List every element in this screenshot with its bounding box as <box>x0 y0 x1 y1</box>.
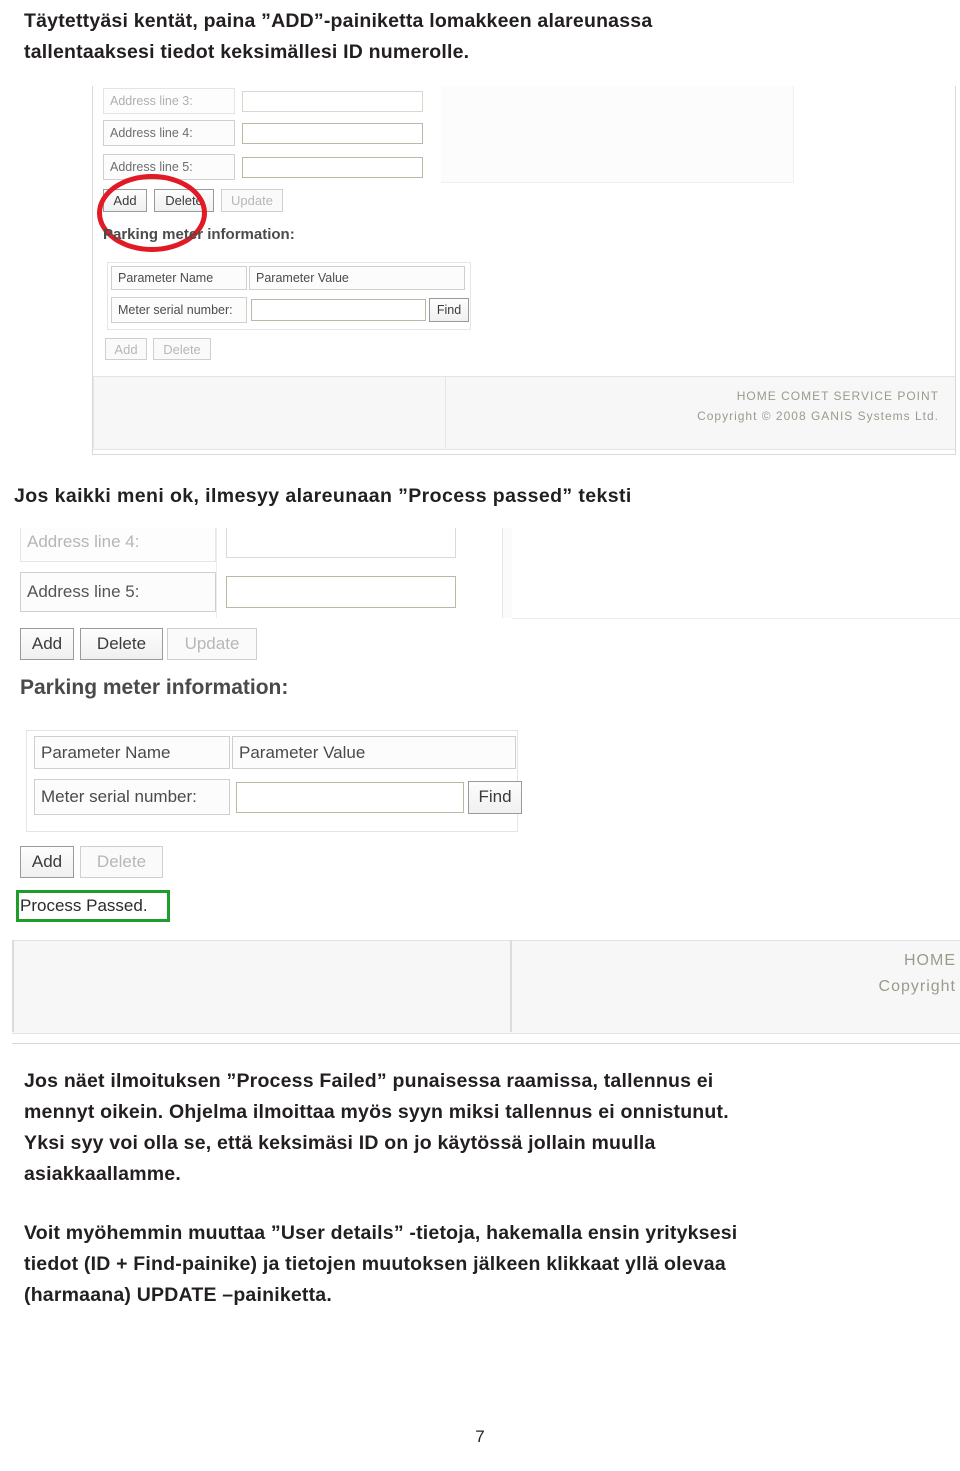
failed-line-1: Jos näet ilmoituksen ”Process Failed” pu… <box>24 1070 714 1092</box>
s2-footer-left-line <box>12 940 14 1032</box>
parking-meter-section-title: Parking meter information: <box>103 226 295 243</box>
s2-footer-divider <box>510 940 512 1032</box>
failed-line-2: mennyt oikein. Ohjelma ilmoittaa myös sy… <box>24 1101 729 1123</box>
failed-line-3: Yksi syy voi olla se, että keksimäsi ID … <box>24 1132 656 1154</box>
s2-parking-meter-section-title: Parking meter information: <box>20 676 289 699</box>
address-line-4-row: Address line 4: <box>103 120 423 146</box>
s2-find-button[interactable]: Find <box>468 780 522 814</box>
s2-panel-edge-2 <box>512 528 960 619</box>
s2-address-line-5-row: Address line 5: <box>20 572 456 612</box>
address-line-3-row: Address line 3: <box>103 88 423 114</box>
shot1-footer-divider <box>445 376 446 448</box>
s2-address-line-4-input[interactable] <box>226 528 456 558</box>
s2-footer-home-link[interactable]: HOME <box>904 952 956 970</box>
add-button-bottom[interactable]: Add <box>105 338 147 360</box>
heading-process-passed-text: Jos kaikki meni ok, ilmesyy alareunaan ”… <box>14 485 632 507</box>
page-number: 7 <box>475 1427 485 1446</box>
s2-parameter-name-header: Parameter Name <box>34 736 230 769</box>
s2-add-button-top[interactable]: Add <box>20 628 74 660</box>
process-failed-paragraph: Jos näet ilmoituksen ”Process Failed” pu… <box>12 1066 948 1190</box>
screenshot-add-form: Address line 3: Address line 4: Address … <box>92 86 956 455</box>
s2-address-line-4-label: Address line 4: <box>20 528 216 562</box>
s2-delete-button-bottom[interactable]: Delete <box>80 846 163 878</box>
s2-update-button-top[interactable]: Update <box>167 628 257 660</box>
s2-meter-serial-label: Meter serial number: <box>34 779 230 815</box>
intro-line-1: Täytettyäsi kentät, paina ”ADD”-painiket… <box>24 10 653 32</box>
screenshot-1-canvas: Address line 3: Address line 4: Address … <box>93 86 955 454</box>
address-line-4-label: Address line 4: <box>103 120 235 146</box>
s2-meter-serial-input[interactable] <box>236 781 464 813</box>
intro-paragraph: Täytettyäsi kentät, paina ”ADD”-painiket… <box>12 6 948 68</box>
update-line-1: Voit myöhemmin muuttaa ”User details” -t… <box>24 1222 738 1244</box>
heading-process-passed: Jos kaikki meni ok, ilmesyy alareunaan ”… <box>12 481 948 512</box>
delete-button-bottom[interactable]: Delete <box>153 338 211 360</box>
s2-address-line-5-input[interactable] <box>226 576 456 608</box>
shot1-panel-edge <box>441 86 794 183</box>
s2-parameter-header-row: Parameter Name Parameter Value <box>34 736 516 769</box>
footer-copyright: Copyright © 2008 GANIS Systems Ltd. <box>697 409 939 423</box>
process-passed-highlight-box <box>16 890 170 922</box>
s2-footer-copyright: Copyright <box>878 978 956 995</box>
address-line-4-input[interactable] <box>242 122 423 144</box>
intro-line-2: tallentaaksesi tiedot keksimällesi ID nu… <box>24 41 470 63</box>
shot1-footer-left-line <box>93 376 94 448</box>
meter-table-border <box>107 262 471 330</box>
failed-line-4: asiakkaallamme. <box>24 1163 181 1185</box>
s2-meter-serial-row: Meter serial number: Find <box>34 779 522 815</box>
s2-add-button-bottom[interactable]: Add <box>20 846 74 878</box>
address-line-3-input[interactable] <box>242 90 423 112</box>
update-line-2: tiedot (ID + Find-painike) ja tietojen m… <box>24 1253 726 1275</box>
s2-delete-button-top[interactable]: Delete <box>80 628 163 660</box>
s2-address-line-5-label: Address line 5: <box>20 572 216 612</box>
address-line-3-label: Address line 3: <box>103 88 235 114</box>
update-line-3: (harmaana) UPDATE –painiketta. <box>24 1284 332 1306</box>
footer-links[interactable]: HOME COMET SERVICE POINT <box>737 389 939 403</box>
update-instructions-paragraph: Voit myöhemmin muuttaa ”User details” -t… <box>12 1218 948 1311</box>
s2-footer-band <box>12 940 960 1034</box>
address-line-5-input[interactable] <box>242 156 423 178</box>
s2-parameter-value-header: Parameter Value <box>232 736 516 769</box>
screenshot-process-passed: Address line 4: Address line 5: Add Dele… <box>12 528 960 1044</box>
s2-address-line-4-row: Address line 4: <box>20 528 456 562</box>
s2-col-divider <box>216 528 217 618</box>
document-page: Täytettyäsi kentät, paina ”ADD”-painiket… <box>0 6 960 1471</box>
update-button-top[interactable]: Update <box>221 189 283 212</box>
